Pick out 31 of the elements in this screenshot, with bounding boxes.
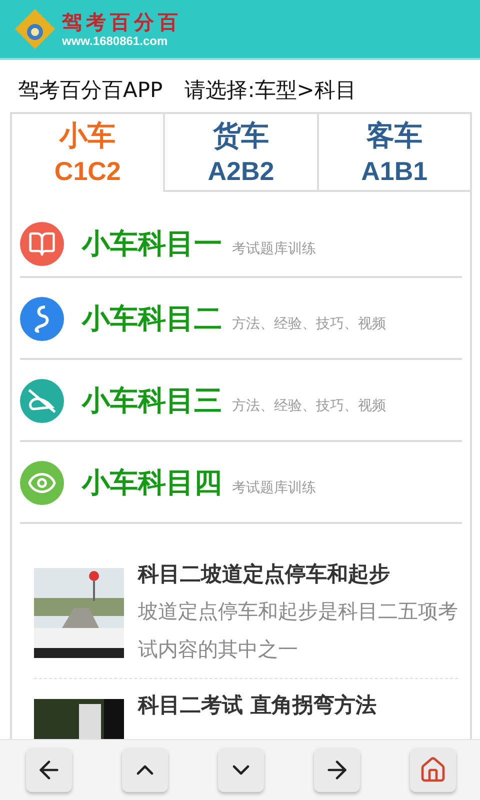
book-icon: [28, 230, 56, 258]
subject-icon-circle[interactable]: [20, 461, 64, 505]
subject-subtitle: 考试题库训练: [232, 479, 316, 497]
vehicle-tab[interactable]: 小车 C1C2: [12, 114, 164, 192]
article-title[interactable]: 科目二坡道定点停车和起步: [138, 560, 458, 588]
logo-icon: [14, 8, 56, 50]
vehicle-tab[interactable]: 货车 A2B2: [163, 114, 317, 192]
back-button[interactable]: [26, 748, 72, 792]
pen-hand-icon: [26, 387, 58, 415]
forward-button[interactable]: [314, 748, 360, 792]
subject-title[interactable]: 小车科目二: [82, 300, 222, 338]
article-title[interactable]: 科目二考试 直角拐弯方法: [138, 691, 376, 719]
subject-subtitle: 方法、经验、技巧、视频: [232, 397, 386, 415]
down-button[interactable]: [218, 748, 264, 792]
subject-subtitle: 方法、经验、技巧、视频: [232, 315, 386, 333]
logo-title: 驾考百分百: [62, 10, 182, 34]
subject-icon-circle[interactable]: [20, 222, 64, 266]
subject-icon-circle[interactable]: [20, 297, 64, 341]
subject-title[interactable]: 小车科目四: [82, 464, 222, 502]
article-summary: 坡道定点停车和起步是科目二五项考试内容的其中之一: [138, 598, 458, 663]
up-button[interactable]: [122, 748, 168, 792]
subject-icon-circle[interactable]: [20, 379, 64, 423]
subject-subtitle: 考试题库训练: [232, 240, 316, 258]
logo-url: www.1680861.com: [62, 34, 169, 48]
home-icon: [419, 756, 447, 784]
subject-title[interactable]: 小车科目一: [82, 225, 222, 263]
app-name: 驾考百分百APP: [18, 77, 163, 104]
vehicle-tab[interactable]: 客车 A1B1: [316, 114, 470, 192]
selection-prompt: 请选择:车型>科目: [184, 77, 356, 104]
subject-title[interactable]: 小车科目三: [82, 382, 222, 420]
home-button[interactable]: [410, 748, 456, 792]
